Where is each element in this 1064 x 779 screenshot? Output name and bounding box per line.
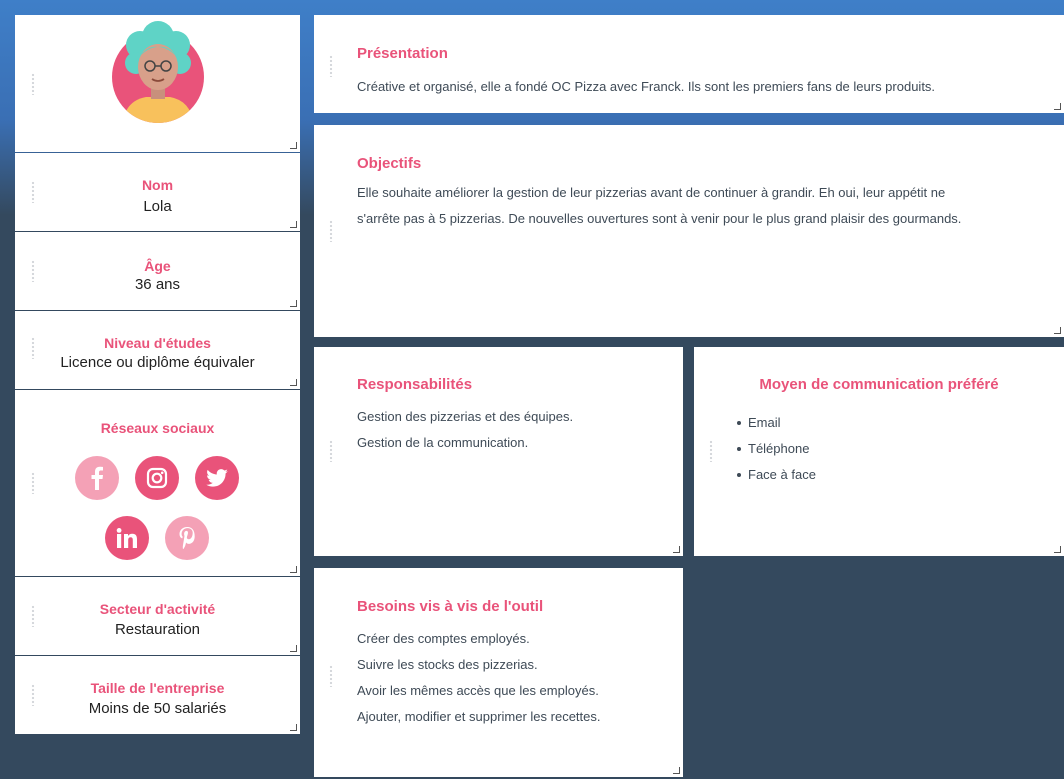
name-value: Lola: [143, 198, 172, 215]
social-label: Réseaux sociaux: [100, 420, 215, 436]
drag-handle[interactable]: [329, 55, 333, 77]
avatar-card[interactable]: [15, 15, 300, 152]
resize-handle[interactable]: [1054, 546, 1061, 553]
needs-title: Besoins vis à vis de l'outil: [357, 598, 544, 615]
needs-card[interactable]: Besoins vis à vis de l'outil Créer des c…: [314, 568, 683, 777]
responsibilities-line: Gestion de la communication.: [357, 435, 529, 450]
presentation-text-line: Créative et organisé, elle a fondé OC Pi…: [357, 79, 936, 94]
communication-title: Moyen de communication préféré: [759, 376, 999, 393]
drag-handle[interactable]: [31, 472, 35, 494]
resize-handle[interactable]: [290, 142, 297, 149]
education-card[interactable]: Niveau d'études Licence ou diplôme équiv…: [15, 311, 300, 389]
resize-handle[interactable]: [290, 724, 297, 731]
pinterest-icon[interactable]: [165, 516, 209, 560]
needs-text: Créer des comptes employés. Suivre les s…: [357, 626, 601, 730]
education-value: Licence ou diplôme équivaler: [60, 354, 255, 371]
age-value: 36 ans: [134, 276, 181, 293]
drag-handle[interactable]: [31, 73, 35, 95]
company-size-label: Taille de l'entreprise: [90, 680, 225, 696]
communication-card[interactable]: Moyen de communication préféré Email Tél…: [694, 347, 1064, 556]
list-item: Email: [734, 410, 816, 436]
resize-handle[interactable]: [290, 645, 297, 652]
objectives-text: Elle souhaite améliorer la gestion de le…: [357, 180, 961, 232]
list-item: Face à face: [734, 462, 816, 488]
sector-value: Restauration: [114, 621, 201, 638]
resize-handle[interactable]: [1054, 327, 1061, 334]
avatar: [112, 21, 204, 123]
responsibilities-title: Responsabilités: [357, 376, 473, 393]
needs-line: Ajouter, modifier et supprimer les recet…: [357, 709, 601, 724]
drag-handle[interactable]: [329, 665, 333, 687]
education-label: Niveau d'études: [104, 335, 211, 351]
company-size-value: Moins de 50 salariés: [88, 700, 227, 717]
resize-handle[interactable]: [1054, 103, 1061, 110]
presentation-title: Présentation: [357, 45, 448, 62]
presentation-card[interactable]: Présentation Créative et organisé, elle …: [314, 15, 1064, 113]
list-item: Téléphone: [734, 436, 816, 462]
needs-line: Avoir les mêmes accès que les employés.: [357, 683, 599, 698]
objectives-line: s'arrête pas à 5 pizzerias. De nouvelles…: [357, 211, 962, 226]
twitter-icon[interactable]: [195, 456, 239, 500]
responsibilities-text: Gestion des pizzerias et des équipes. Ge…: [357, 404, 573, 456]
sector-label: Secteur d'activité: [99, 601, 216, 617]
drag-handle[interactable]: [329, 440, 333, 462]
drag-handle[interactable]: [329, 220, 333, 242]
resize-handle[interactable]: [290, 221, 297, 228]
responsibilities-card[interactable]: Responsabilités Gestion des pizzerias et…: [314, 347, 683, 556]
objectives-card[interactable]: Objectifs Elle souhaite améliorer la ges…: [314, 125, 1064, 337]
instagram-icon[interactable]: [135, 456, 179, 500]
sector-card[interactable]: Secteur d'activité Restauration: [15, 577, 300, 655]
responsibilities-line: Gestion des pizzerias et des équipes.: [357, 409, 574, 424]
age-label: Âge: [144, 258, 171, 274]
resize-handle[interactable]: [290, 379, 297, 386]
social-card[interactable]: Réseaux sociaux: [15, 390, 300, 576]
company-size-card[interactable]: Taille de l'entreprise Moins de 50 salar…: [15, 656, 300, 734]
drag-handle[interactable]: [709, 440, 713, 462]
name-card[interactable]: Nom Lola: [15, 153, 300, 231]
resize-handle[interactable]: [290, 566, 297, 573]
name-label: Nom: [141, 177, 174, 193]
needs-line: Créer des comptes employés.: [357, 631, 530, 646]
facebook-icon[interactable]: [75, 456, 119, 500]
presentation-text: Créative et organisé, elle a fondé OC Pi…: [357, 74, 935, 100]
objectives-line: Elle souhaite améliorer la gestion de le…: [357, 185, 946, 200]
communication-list: Email Téléphone Face à face: [734, 410, 816, 488]
resize-handle[interactable]: [673, 546, 680, 553]
resize-handle[interactable]: [290, 300, 297, 307]
linkedin-icon[interactable]: [105, 516, 149, 560]
objectives-title: Objectifs: [357, 155, 422, 172]
needs-line: Suivre les stocks des pizzerias.: [357, 657, 538, 672]
resize-handle[interactable]: [673, 767, 680, 774]
age-card[interactable]: Âge 36 ans: [15, 232, 300, 310]
